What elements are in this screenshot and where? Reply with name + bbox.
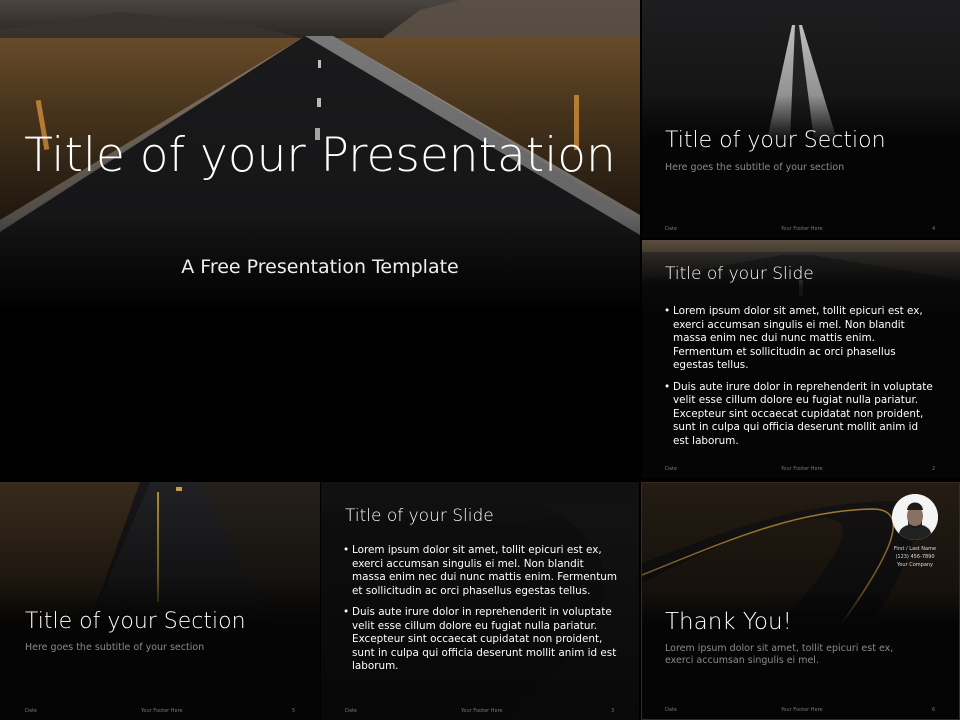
section-subtitle: Here goes the subtitle of your section [665,162,845,173]
contact-phone: (123) 456-7890 [895,554,935,560]
avatar [892,494,938,540]
footer-date: Date [25,708,37,714]
footer-date: Date [665,226,677,232]
footer-page-number: 4 [932,226,936,232]
thank-you-body: Lorem ipsum dolor sit amet, tollit epicu… [665,643,894,666]
road-background-image [0,0,640,480]
footer-page-number: 6 [932,707,936,713]
title-slide[interactable]: Title of your Presentation A Free Presen… [0,0,640,480]
contact-card: First / Last Name (123) 456-7890 Your Co… [882,545,948,569]
section-title: Title of your Section [665,128,886,153]
bullet-item: Duis aute irure dolor in reprehenderit i… [343,606,618,674]
footer-date: Date [665,707,677,713]
bullet-list: Lorem ipsum dolor sit amet, tollit epicu… [343,544,618,682]
contact-name: First / Last Name [893,546,937,552]
slide-title: Title of your Slide [345,506,494,526]
slide-title: Title of your Slide [665,264,814,284]
footer-text: Your Footer Here [461,708,503,714]
presentation-subtitle: A Free Presentation Template [181,256,459,278]
bullet-item: Lorem ipsum dolor sit amet, tollit epicu… [664,305,936,373]
footer-text: Your Footer Here [781,466,823,472]
bullet-list: Lorem ipsum dolor sit amet, tollit epicu… [664,305,936,456]
footer-date: Date [345,708,357,714]
footer-text: Your Footer Here [781,707,823,713]
footer-page-number: 2 [932,466,936,472]
presentation-title: Title of your Presentation [24,128,616,183]
footer-date: Date [665,466,677,472]
footer-page-number: 3 [611,708,615,714]
thank-you-slide-thumbnail[interactable]: First / Last Name (123) 456-7890 Your Co… [641,482,960,720]
section-title: Title of your Section [25,609,246,634]
content-slide-thumbnail[interactable]: Title of your Slide Lorem ipsum dolor si… [642,240,960,478]
tree-lined-road-image [0,482,320,720]
contact-company: Your Company [896,562,934,568]
section-slide-thumbnail[interactable]: Title of your Section Here goes the subt… [0,482,320,720]
footer-text: Your Footer Here [141,708,183,714]
content-slide-thumbnail[interactable]: Title of your Slide Lorem ipsum dolor si… [321,482,639,720]
bullet-item: Duis aute irure dolor in reprehenderit i… [664,381,936,449]
section-subtitle: Here goes the subtitle of your section [25,642,205,653]
person-photo-icon [892,494,938,540]
thank-you-title: Thank You! [665,609,792,635]
road-lines-image [642,0,960,238]
bullet-item: Lorem ipsum dolor sit amet, tollit epicu… [343,544,618,598]
section-slide-thumbnail[interactable]: Title of your Section Here goes the subt… [642,0,960,238]
footer-text: Your Footer Here [781,226,823,232]
footer-page-number: 5 [292,708,296,714]
